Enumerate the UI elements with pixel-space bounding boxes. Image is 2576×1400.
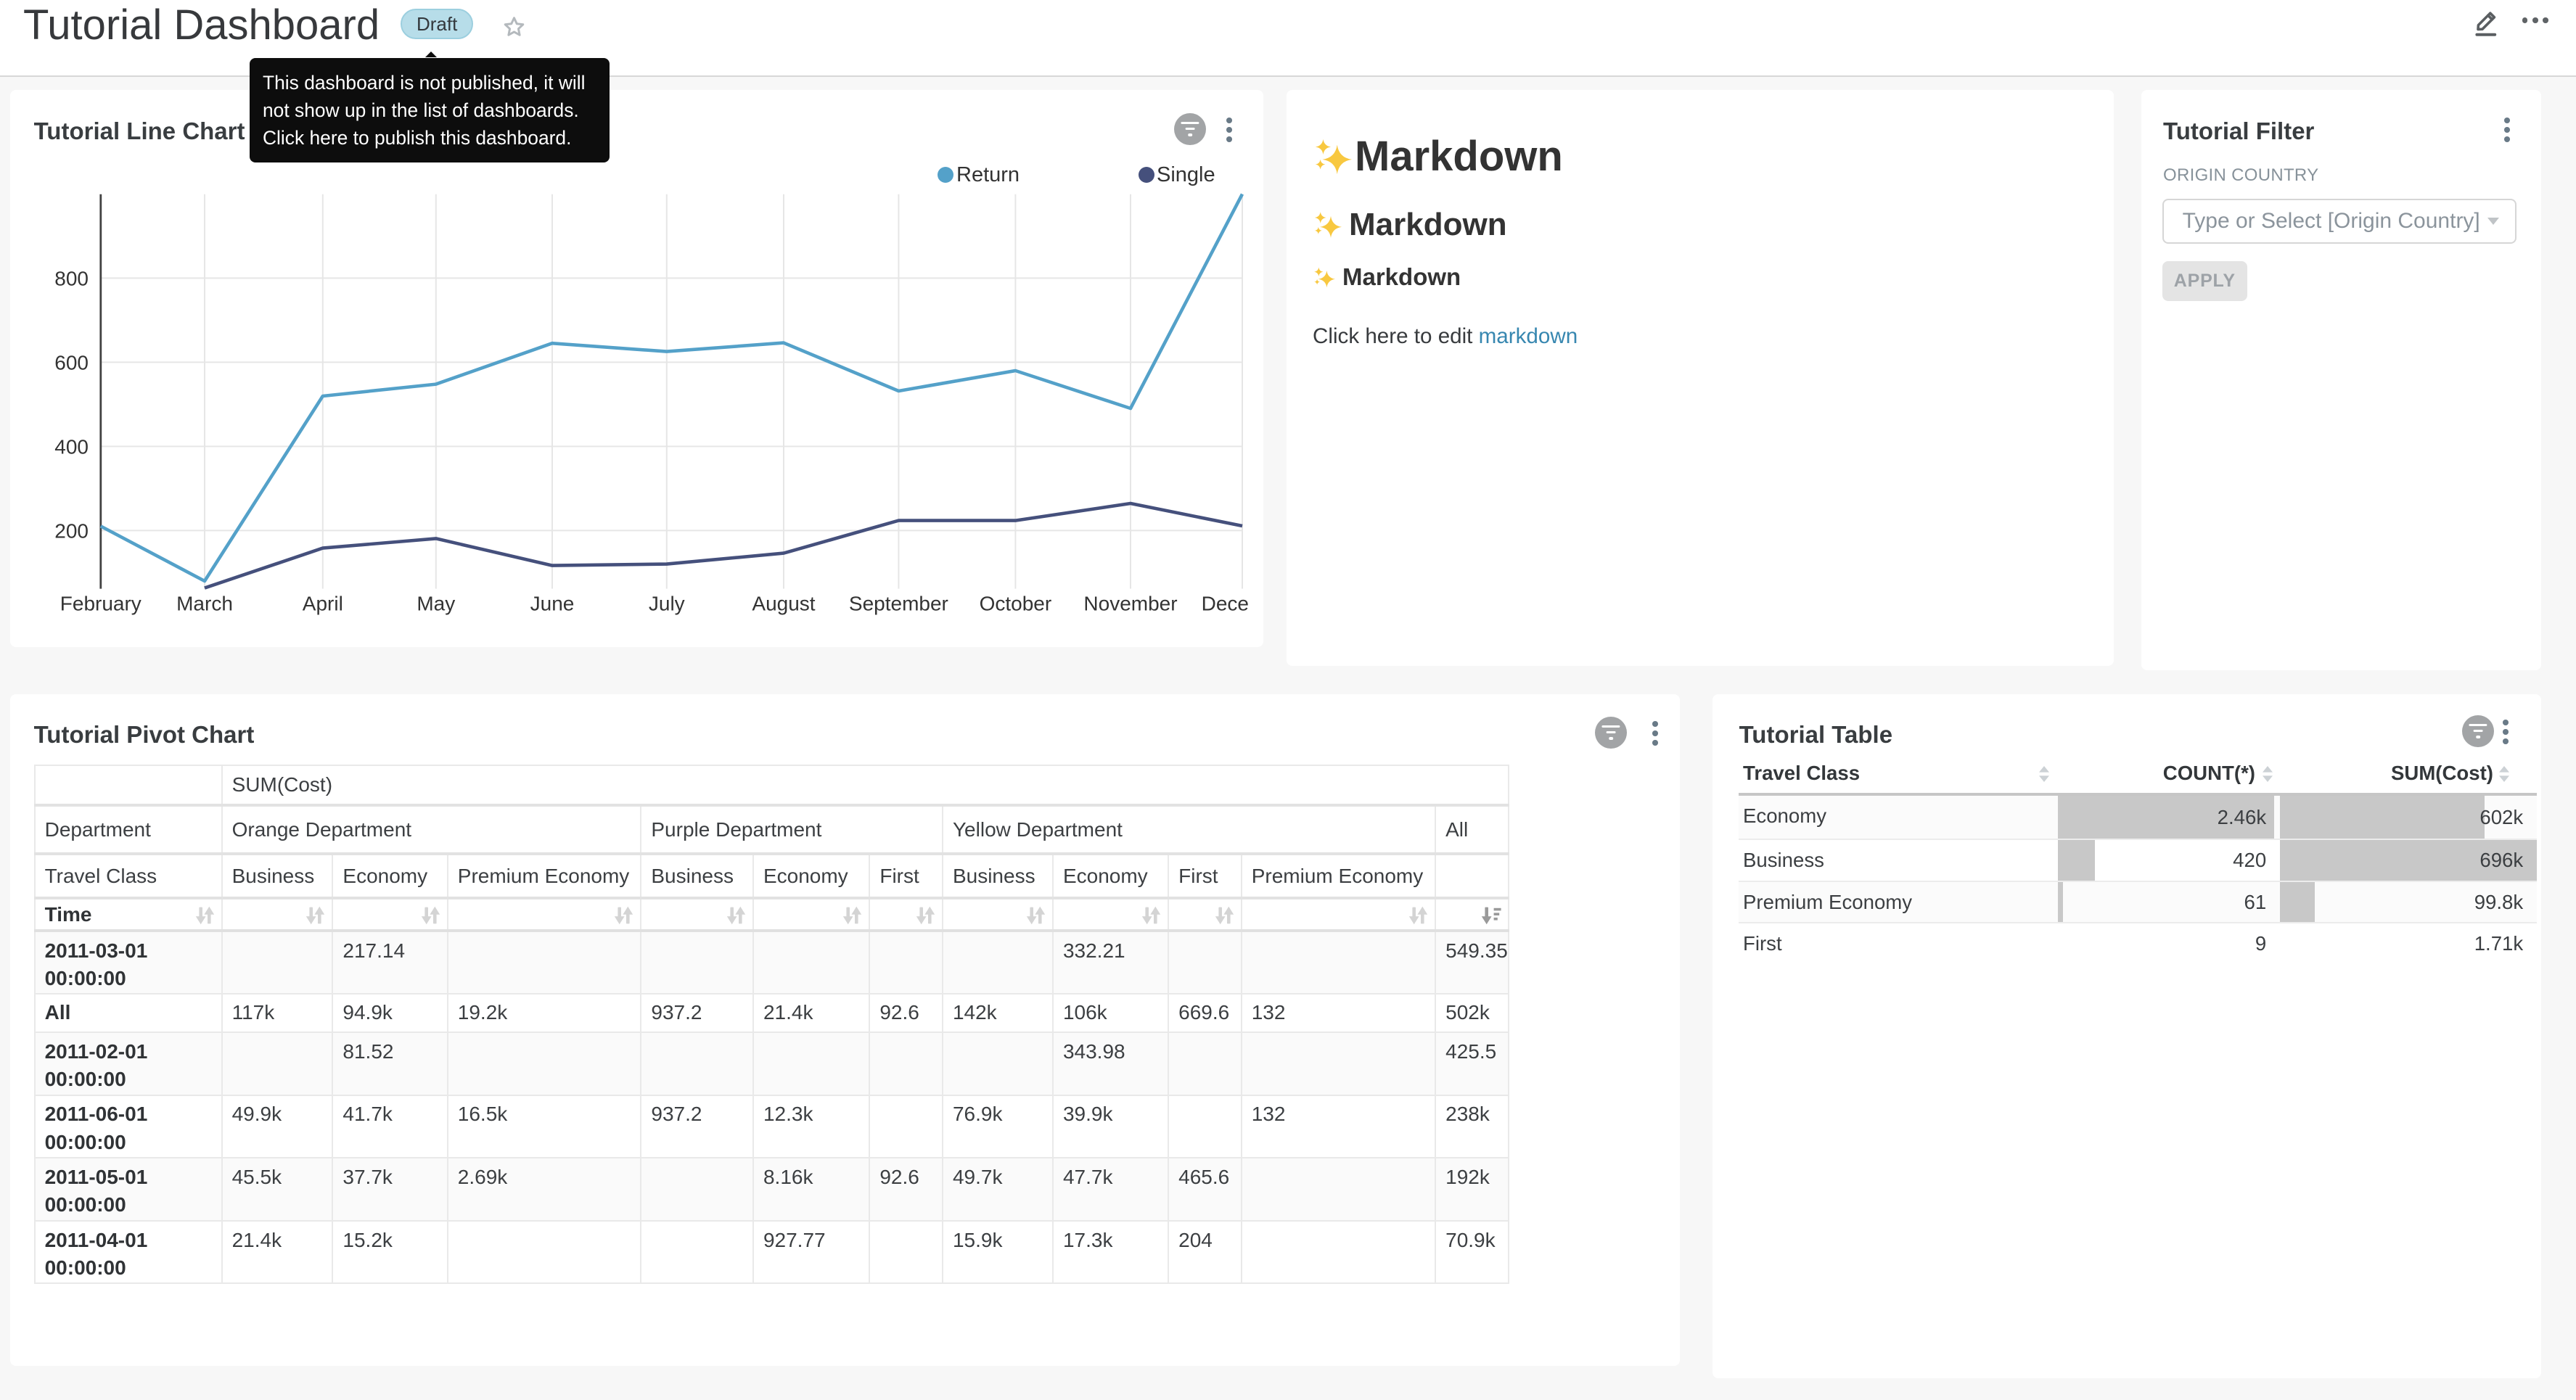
- svg-text:November: November: [1083, 593, 1177, 615]
- svg-text:July: July: [649, 593, 685, 615]
- svg-text:March: March: [176, 593, 233, 615]
- svg-text:September: September: [849, 593, 948, 615]
- svg-text:Dece: Dece: [1202, 593, 1249, 615]
- svg-text:600: 600: [54, 351, 89, 374]
- svg-text:200: 200: [54, 519, 89, 542]
- svg-text:400: 400: [54, 435, 89, 458]
- svg-text:August: August: [752, 593, 815, 615]
- svg-text:June: June: [530, 593, 575, 615]
- svg-text:May: May: [417, 593, 455, 615]
- svg-text:February: February: [60, 593, 141, 615]
- svg-text:October: October: [980, 593, 1052, 615]
- svg-text:800: 800: [54, 267, 89, 289]
- svg-text:April: April: [303, 593, 343, 615]
